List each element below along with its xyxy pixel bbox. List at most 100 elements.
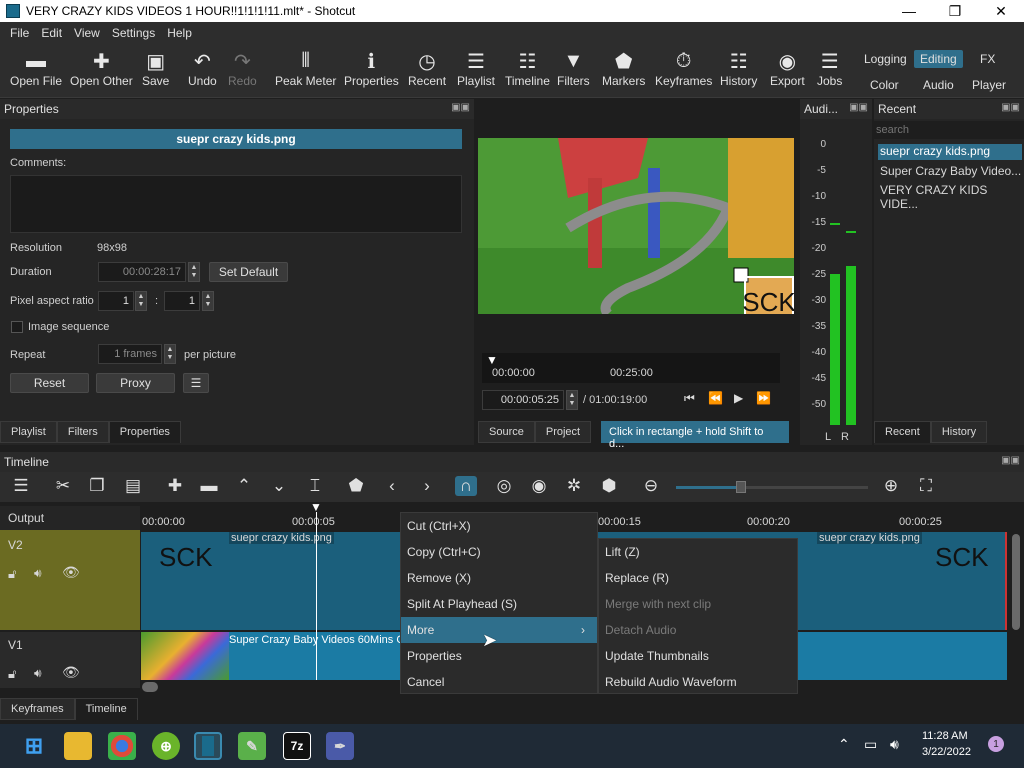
- skip-previous-icon[interactable]: ⏮: [684, 391, 695, 406]
- viewer-scrubber[interactable]: 00:00:00 00:25:00 ▼: [482, 353, 780, 383]
- close-button[interactable]: ✕: [978, 0, 1024, 22]
- dock-buttons-icon[interactable]: ▣▣: [1001, 102, 1020, 113]
- hide-eye-icon[interactable]: 👁︎: [62, 564, 80, 581]
- recent-item[interactable]: Super Crazy Baby Video...: [880, 164, 1021, 178]
- proxy-button[interactable]: Proxy: [96, 373, 175, 393]
- repeat-spinner[interactable]: ▲ ▼: [164, 344, 176, 364]
- mute-icon[interactable]: 🔊︎: [34, 666, 42, 681]
- notification-badge[interactable]: 1: [988, 736, 1004, 752]
- shotcut-taskbar-icon[interactable]: [194, 732, 222, 760]
- playhead-icon[interactable]: ▼: [310, 500, 322, 514]
- zoom-fit-icon[interactable]: ⛶: [915, 476, 937, 496]
- timeline-button[interactable]: ☷ Timeline: [505, 48, 550, 89]
- track-header-v1[interactable]: V1 🔓︎ 🔊︎ 👁︎: [0, 632, 140, 688]
- par-numerator-spinner[interactable]: ▲ ▼: [135, 291, 147, 311]
- dock-buttons-icon[interactable]: ▣▣: [451, 102, 470, 113]
- snap-icon[interactable]: ∩: [455, 476, 477, 496]
- horizontal-scrollbar[interactable]: [142, 682, 158, 692]
- rewind-icon[interactable]: ⏪: [708, 391, 723, 405]
- lift-icon[interactable]: ⌃: [233, 476, 255, 496]
- recent-item[interactable]: VERY CRAZY KIDS VIDE...: [880, 183, 1024, 211]
- ripple-icon[interactable]: ◉: [528, 476, 550, 496]
- split-icon[interactable]: ⌶: [304, 476, 326, 496]
- filters-button[interactable]: ▼ Filters: [557, 48, 590, 89]
- lock-icon[interactable]: 🔓︎: [8, 666, 16, 682]
- par-numerator-field[interactable]: 1: [98, 291, 134, 311]
- timeline-menu-icon[interactable]: ☰: [10, 476, 32, 496]
- menu-settings[interactable]: Settings: [106, 26, 161, 40]
- fast-forward-icon[interactable]: ⏩: [756, 391, 771, 405]
- next-marker-icon[interactable]: ›: [416, 476, 438, 496]
- menu-file[interactable]: File: [4, 26, 35, 40]
- par-denominator-spinner[interactable]: ▲ ▼: [202, 291, 214, 311]
- watermark-overlay[interactable]: SCK: [742, 276, 794, 314]
- clock-date[interactable]: 3/22/2022: [922, 746, 971, 758]
- duration-spinner[interactable]: ▲ ▼: [188, 262, 200, 282]
- menu-item-properties[interactable]: Properties: [401, 643, 597, 669]
- file-explorer-icon[interactable]: [64, 732, 92, 760]
- copy-icon[interactable]: ❐: [86, 476, 108, 496]
- lock-icon[interactable]: 🔓︎: [8, 566, 16, 582]
- maximize-button[interactable]: ❐: [932, 0, 978, 22]
- tab-timeline[interactable]: Timeline: [74, 698, 138, 720]
- set-default-button[interactable]: Set Default: [209, 262, 288, 282]
- mode-color[interactable]: Color: [870, 78, 899, 92]
- ripple-markers-icon[interactable]: ⬢: [598, 476, 620, 496]
- zoom-out-icon[interactable]: ⊖: [640, 476, 662, 496]
- zoom-in-icon[interactable]: ⊕: [880, 476, 902, 496]
- menu-edit[interactable]: Edit: [35, 26, 68, 40]
- history-button[interactable]: ☷ History: [720, 48, 757, 89]
- image-sequence-checkbox[interactable]: [11, 321, 23, 333]
- dock-buttons-icon[interactable]: ▣▣: [1001, 455, 1020, 466]
- keyframes-button[interactable]: ⏱ Keyframes: [655, 48, 712, 89]
- markers-button[interactable]: ⬟ Markers: [602, 48, 645, 89]
- submenu-item-merge[interactable]: Merge with next clip: [599, 591, 797, 617]
- track-header-v2[interactable]: V2 🔓︎ 🔊︎ 👁︎: [0, 530, 140, 630]
- menu-item-copy[interactable]: Copy (Ctrl+C): [401, 539, 597, 565]
- tab-properties[interactable]: Properties: [108, 421, 181, 443]
- hide-eye-icon[interactable]: 👁︎: [62, 664, 80, 681]
- properties-menu-button[interactable]: ☰: [183, 373, 209, 393]
- jobs-button[interactable]: ☰ Jobs: [817, 48, 842, 89]
- position-timecode-field[interactable]: 00:00:05:25: [482, 390, 564, 410]
- reset-button[interactable]: Reset: [10, 373, 89, 393]
- undo-button[interactable]: ↶ Undo: [188, 48, 217, 89]
- chevron-up-icon[interactable]: ⌃: [838, 736, 850, 753]
- menu-item-split[interactable]: Split At Playhead (S): [401, 591, 597, 617]
- playlist-button[interactable]: ☰ Playlist: [457, 48, 495, 89]
- mode-editing[interactable]: Editing: [914, 50, 963, 68]
- recent-search-input[interactable]: [874, 121, 1024, 139]
- marker-icon[interactable]: ⬟: [345, 476, 367, 496]
- open-other-button[interactable]: ✚ Open Other: [70, 48, 133, 89]
- tab-source[interactable]: Source: [478, 421, 535, 443]
- play-icon[interactable]: ▶: [734, 391, 743, 405]
- windows-start-icon[interactable]: ⊞: [20, 732, 48, 760]
- recent-button[interactable]: ◷ Recent: [408, 48, 446, 89]
- tab-recent[interactable]: Recent: [874, 421, 931, 443]
- submenu-item-update-thumbnails[interactable]: Update Thumbnails: [599, 643, 797, 669]
- peak-meter-button[interactable]: ⦀ Peak Meter: [275, 48, 336, 89]
- repeat-field[interactable]: 1 frames: [98, 344, 162, 364]
- export-button[interactable]: ◉ Export: [770, 48, 805, 89]
- paste-icon[interactable]: ▤: [122, 476, 144, 496]
- menu-view[interactable]: View: [68, 26, 106, 40]
- dock-buttons-icon[interactable]: ▣▣: [849, 102, 868, 113]
- zoom-slider[interactable]: [676, 481, 868, 493]
- minimize-button[interactable]: —: [886, 0, 932, 22]
- notepad-icon[interactable]: ✎: [238, 732, 266, 760]
- mute-icon[interactable]: 🔊︎: [34, 566, 42, 581]
- mode-logging[interactable]: Logging: [864, 52, 907, 66]
- comments-textarea[interactable]: [10, 175, 462, 233]
- network-icon[interactable]: ▭: [864, 736, 877, 753]
- mode-fx[interactable]: FX: [980, 52, 995, 66]
- menu-help[interactable]: Help: [161, 26, 198, 40]
- overwrite-icon[interactable]: ⌄: [268, 476, 290, 496]
- menu-item-cancel[interactable]: Cancel: [401, 669, 597, 695]
- timeline-playhead[interactable]: [316, 512, 317, 680]
- submenu-item-lift[interactable]: Lift (Z): [599, 539, 797, 565]
- sevenzip-icon[interactable]: 7z: [283, 732, 311, 760]
- redo-button[interactable]: ↷ Redo: [228, 48, 257, 89]
- playhead-icon[interactable]: ▼: [486, 353, 498, 367]
- tab-filters[interactable]: Filters: [56, 421, 109, 443]
- tab-keyframes[interactable]: Keyframes: [0, 698, 75, 720]
